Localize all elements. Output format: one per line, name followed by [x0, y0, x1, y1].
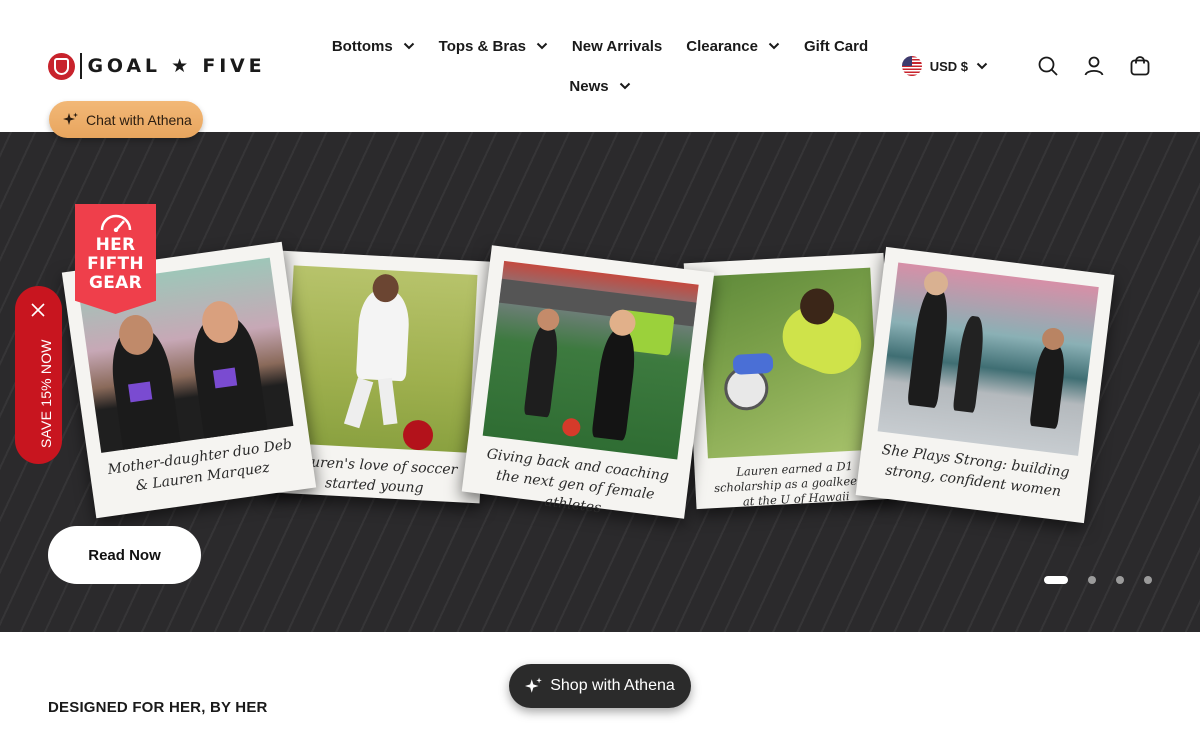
badge-line: GEAR	[88, 273, 142, 293]
chevron-down-icon	[403, 42, 414, 50]
her-fifth-gear-badge: HER FIFTH GEAR	[75, 204, 156, 314]
us-flag-icon	[901, 56, 922, 76]
nav-item-news[interactable]: News	[569, 78, 630, 95]
nav-item-bottoms[interactable]: Bottoms	[332, 38, 415, 55]
photo-coaching	[482, 260, 699, 460]
badge-text: HER FIFTH GEAR	[87, 236, 144, 293]
badge-line: FIFTH	[87, 254, 144, 274]
nav-item-label: Gift Card	[803, 37, 869, 55]
currency-selector[interactable]: USD $	[901, 56, 988, 76]
polaroid-photo: Giving back and coaching the next gen of…	[461, 245, 715, 519]
chevron-down-icon	[619, 82, 630, 90]
carousel-dot-1[interactable]	[1044, 576, 1068, 584]
nav-item-new-arrivals[interactable]: New Arrivals	[572, 38, 662, 55]
nav-row-secondary: News	[300, 66, 900, 106]
section-title: DESIGNED FOR HER, BY HER	[48, 699, 268, 716]
close-icon[interactable]	[30, 302, 46, 318]
badge-line: HER	[95, 235, 136, 255]
nav-item-label: New Arrivals	[571, 37, 663, 55]
save-15-promo-tab[interactable]: SAVE 15% NOW	[15, 286, 62, 464]
carousel-pagination	[1044, 576, 1152, 584]
nav-item-label: Tops & Bras	[438, 37, 526, 55]
main-nav: Bottoms Tops & Bras New Arrivals Clearan…	[300, 26, 900, 106]
brand-logo[interactable]: GOAL ★ FIVE	[48, 52, 265, 80]
logo-wordmark: GOAL ★ FIVE	[87, 55, 266, 77]
read-now-button[interactable]: Read Now	[48, 526, 201, 584]
nav-item-tops-bras[interactable]: Tops & Bras	[439, 38, 548, 55]
polaroid-caption: Lauren earned a D1 scholarship as a goal…	[713, 458, 877, 509]
chevron-down-icon	[976, 62, 988, 70]
shield-logo-icon	[48, 52, 75, 80]
nav-row-primary: Bottoms Tops & Bras New Arrivals Clearan…	[300, 26, 900, 66]
carousel-dot-2[interactable]	[1088, 576, 1096, 584]
photo-team-training	[877, 262, 1099, 456]
promo-label: SAVE 15% NOW	[38, 339, 54, 448]
photo-young-player	[284, 265, 478, 453]
chat-label: Chat with Athena	[86, 111, 192, 128]
search-icon[interactable]	[1036, 54, 1060, 78]
sparkle-icon	[63, 112, 78, 125]
nav-item-label: Clearance	[686, 37, 758, 55]
shop-with-athena-button[interactable]: Shop with Athena	[509, 664, 691, 708]
chat-with-athena-button[interactable]: Chat with Athena	[49, 101, 203, 138]
polaroid-photo: She Plays Strong: building strong, confi…	[855, 246, 1115, 524]
header-actions: USD $	[901, 54, 1152, 78]
account-icon[interactable]	[1082, 54, 1106, 78]
nav-item-gift-card[interactable]: Gift Card	[804, 38, 868, 55]
cart-icon[interactable]	[1128, 54, 1152, 78]
sparkle-icon	[525, 677, 543, 693]
hero-carousel: HER FIFTH GEAR Mother-daughter duo Deb &…	[0, 132, 1200, 632]
shop-label: Shop with Athena	[550, 677, 675, 694]
chevron-down-icon	[768, 42, 780, 50]
logo-divider	[80, 53, 82, 79]
nav-item-label: Bottoms	[331, 37, 393, 55]
nav-item-clearance[interactable]: Clearance	[686, 38, 780, 55]
carousel-dot-3[interactable]	[1116, 576, 1124, 584]
currency-label: USD $	[929, 58, 968, 74]
carousel-dot-4[interactable]	[1144, 576, 1152, 584]
nav-item-label: News	[569, 77, 609, 95]
speedometer-icon	[100, 214, 131, 232]
chevron-down-icon	[536, 42, 548, 50]
photo-goalkeeper	[698, 267, 880, 459]
